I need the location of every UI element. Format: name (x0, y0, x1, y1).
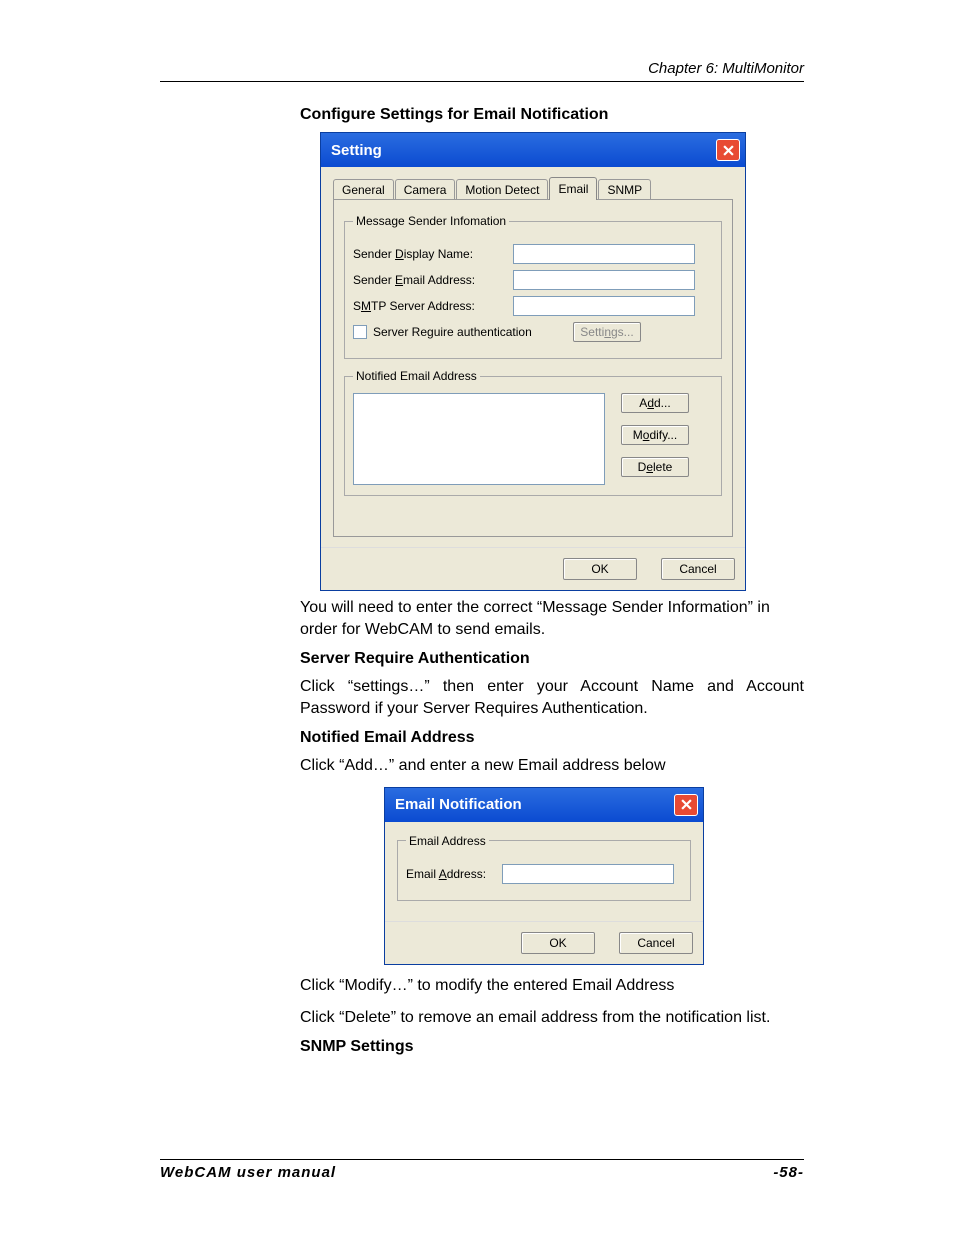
setting-titlebar: Setting (321, 133, 745, 167)
notified-listbox[interactable] (353, 393, 605, 485)
group-notified-legend: Notified Email Address (353, 369, 480, 383)
emailnotif-footer: OK Cancel (385, 921, 703, 964)
close-button[interactable] (716, 139, 740, 161)
group-email-legend: Email Address (406, 834, 489, 848)
cancel-button-2[interactable]: Cancel (619, 932, 693, 954)
footer-left: WebCAM user manual (160, 1164, 336, 1181)
email-tab-panel: Message Sender Infomation Sender Display… (333, 199, 733, 537)
settings-button[interactable]: Settings... (573, 322, 641, 342)
input-smtp[interactable] (513, 296, 695, 316)
checkbox-auth[interactable] (353, 325, 367, 339)
ok-button-2[interactable]: OK (521, 932, 595, 954)
label-sender-email: Sender Email Address: (353, 273, 513, 287)
close-icon (723, 145, 734, 156)
setting-footer: OK Cancel (321, 547, 745, 590)
tab-camera[interactable]: Camera (395, 179, 456, 200)
tab-motion-detect[interactable]: Motion Detect (456, 179, 548, 200)
section-title-auth: Server Require Authentication (300, 650, 804, 668)
section-title-configure: Configure Settings for Email Notificatio… (300, 106, 804, 124)
group-notified: Notified Email Address Add... Modify... … (344, 369, 722, 496)
email-notification-dialog: Email Notification Email Address Email A… (384, 787, 704, 965)
label-smtp: SMTP Server Address: (353, 299, 513, 313)
input-email-address[interactable] (502, 864, 674, 884)
label-email-address: Email Address: (406, 867, 502, 881)
group-message-sender: Message Sender Infomation Sender Display… (344, 214, 722, 359)
cancel-button[interactable]: Cancel (661, 558, 735, 580)
close-button-2[interactable] (674, 794, 698, 816)
label-sender-display: Sender Display Name: (353, 247, 513, 261)
group-email-address: Email Address Email Address: (397, 834, 691, 901)
tab-snmp[interactable]: SNMP (598, 179, 651, 200)
paragraph-modify: Click “Modify…” to modify the entered Em… (300, 975, 804, 997)
tab-email[interactable]: Email (549, 177, 597, 200)
close-icon (681, 799, 692, 810)
section-title-notified: Notified Email Address (300, 729, 804, 747)
emailnotif-title-text: Email Notification (395, 796, 522, 813)
page-footer: WebCAM user manual -58- (160, 1159, 804, 1181)
label-auth: Server Reguire authentication (373, 325, 532, 339)
tabs: General Camera Motion Detect Email SNMP (333, 177, 733, 200)
ok-button[interactable]: OK (563, 558, 637, 580)
paragraph-delete: Click “Delete” to remove an email addres… (300, 1007, 804, 1029)
modify-button[interactable]: Modify... (621, 425, 689, 445)
footer-right: -58- (773, 1164, 804, 1181)
section-title-snmp: SNMP Settings (300, 1038, 804, 1056)
header-rule (160, 81, 804, 82)
chapter-header: Chapter 6: MultiMonitor (160, 60, 804, 77)
emailnotif-titlebar: Email Notification (385, 788, 703, 822)
paragraph-sender-info: You will need to enter the correct “Mess… (300, 597, 804, 640)
group-sender-legend: Message Sender Infomation (353, 214, 509, 228)
add-button[interactable]: Add... (621, 393, 689, 413)
delete-button[interactable]: Delete (621, 457, 689, 477)
input-sender-email[interactable] (513, 270, 695, 290)
paragraph-add: Click “Add…” and enter a new Email addre… (300, 755, 804, 777)
setting-dialog: Setting General Camera Motion Detect Ema… (320, 132, 746, 591)
setting-title-text: Setting (331, 142, 382, 159)
paragraph-auth: Click “settings…” then enter your Accoun… (300, 676, 804, 719)
tab-general[interactable]: General (333, 179, 394, 200)
input-sender-display[interactable] (513, 244, 695, 264)
